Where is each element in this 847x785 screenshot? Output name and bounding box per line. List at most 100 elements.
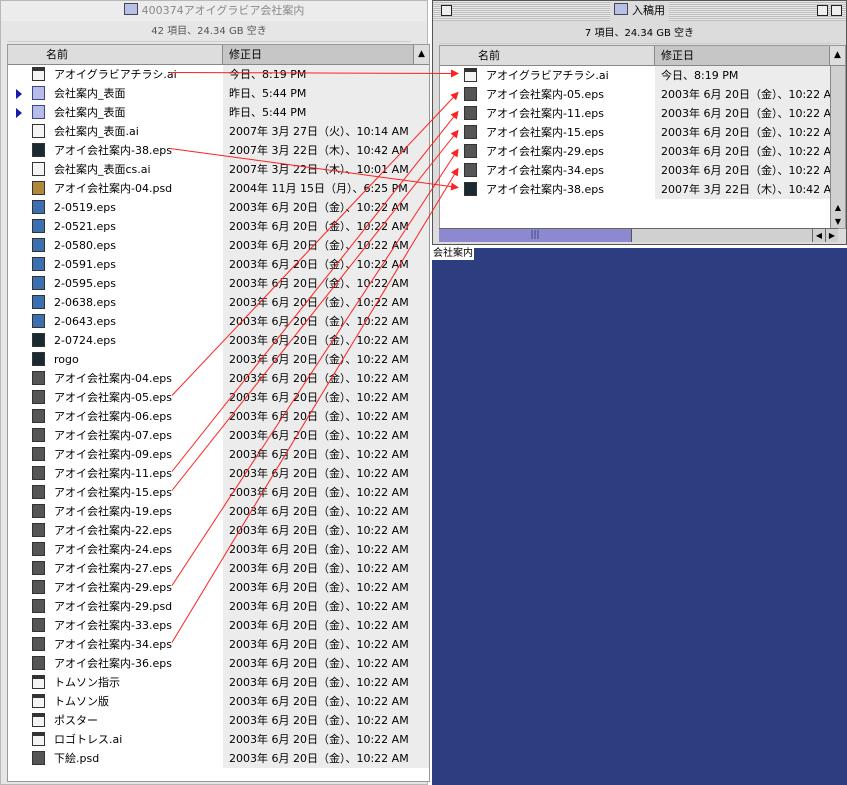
file-name[interactable]: アオイ会社案内-29.eps xyxy=(486,142,604,161)
file-row[interactable]: アオイ会社案内-34.eps 2003年 6月 20日（金）、10:22 AM xyxy=(440,161,845,180)
file-name[interactable]: アオイ会社案内-34.eps xyxy=(54,635,172,654)
file-name[interactable]: アオイ会社案内-29.psd xyxy=(54,597,172,616)
file-row[interactable]: アオイ会社案内-38.eps 2007年 3月 22日（木）、10:42 AM xyxy=(440,180,845,199)
file-icon[interactable] xyxy=(32,466,45,480)
file-icon[interactable] xyxy=(32,637,45,651)
file-row[interactable]: 会社案内_表面 昨日、5:44 PM xyxy=(8,103,429,122)
file-name[interactable]: アオイグラビアチラシ.ai xyxy=(54,65,177,84)
file-icon[interactable] xyxy=(464,163,477,177)
file-name[interactable]: アオイ会社案内-38.eps xyxy=(54,141,172,160)
file-row[interactable]: アオイ会社案内-19.eps 2003年 6月 20日（金）、10:22 AM xyxy=(8,502,429,521)
file-row[interactable]: 2-0724.eps 2003年 6月 20日（金）、10:22 AM xyxy=(8,331,429,350)
file-name[interactable]: アオイ会社案内-11.eps xyxy=(54,464,172,483)
file-icon[interactable] xyxy=(32,618,45,632)
file-name[interactable]: アオイ会社案内-15.eps xyxy=(54,483,172,502)
file-row[interactable]: ポスター 2003年 6月 20日（金）、10:22 AM xyxy=(8,711,429,730)
file-row[interactable]: 2-0638.eps 2003年 6月 20日（金）、10:22 AM xyxy=(8,293,429,312)
column-header-name[interactable]: 名前 xyxy=(8,45,223,64)
file-icon[interactable] xyxy=(32,428,45,442)
file-row[interactable]: アオイ会社案内-04.psd 2004年 11月 15日（月）、6:25 PM xyxy=(8,179,429,198)
file-name[interactable]: 会社案内_表面.ai xyxy=(54,122,139,141)
file-icon[interactable] xyxy=(32,732,45,746)
file-name[interactable]: アオイ会社案内-19.eps xyxy=(54,502,172,521)
scroll-thumb[interactable]: ||| xyxy=(439,229,632,242)
file-row[interactable]: アオイ会社案内-29.psd 2003年 6月 20日（金）、10:22 AM xyxy=(8,597,429,616)
file-name[interactable]: 2-0519.eps xyxy=(54,198,116,217)
vertical-scrollbar[interactable]: ▲ ▼ xyxy=(830,66,845,228)
file-row[interactable]: アオイ会社案内-06.eps 2003年 6月 20日（金）、10:22 AM xyxy=(8,407,429,426)
file-row[interactable]: アオイ会社案内-27.eps 2003年 6月 20日（金）、10:22 AM xyxy=(8,559,429,578)
finder-window-source[interactable]: 400374アオイグラビア会社案内 42 項目、24.34 GB 空き 名前 修… xyxy=(0,0,430,785)
file-row[interactable]: ロゴトレス.ai 2003年 6月 20日（金）、10:22 AM xyxy=(8,730,429,749)
file-name[interactable]: 会社案内_表面 xyxy=(54,84,126,103)
file-name[interactable]: アオイ会社案内-11.eps xyxy=(486,104,604,123)
file-icon[interactable] xyxy=(32,599,45,613)
file-icon[interactable] xyxy=(32,181,45,195)
horizontal-scrollbar[interactable]: ||| ◀ ▶ xyxy=(439,228,838,242)
file-name[interactable]: アオイ会社案内-24.eps xyxy=(54,540,172,559)
file-name[interactable]: アオイ会社案内-05.eps xyxy=(486,85,604,104)
file-row[interactable]: アオイ会社案内-15.eps 2003年 6月 20日（金）、10:22 AM xyxy=(8,483,429,502)
file-icon[interactable] xyxy=(32,675,45,689)
file-row[interactable]: 2-0519.eps 2003年 6月 20日（金）、10:22 AM xyxy=(8,198,429,217)
file-row[interactable]: アオイ会社案内-07.eps 2003年 6月 20日（金）、10:22 AM xyxy=(8,426,429,445)
file-name[interactable]: アオイ会社案内-36.eps xyxy=(54,654,172,673)
file-icon[interactable] xyxy=(32,143,45,157)
file-name[interactable]: アオイ会社案内-09.eps xyxy=(54,445,172,464)
file-row[interactable]: 2-0580.eps 2003年 6月 20日（金）、10:22 AM xyxy=(8,236,429,255)
sort-direction-icon[interactable]: ▲ xyxy=(413,45,429,64)
file-icon[interactable] xyxy=(32,694,45,708)
file-row[interactable]: トムソン指示 2003年 6月 20日（金）、10:22 AM xyxy=(8,673,429,692)
file-icon[interactable] xyxy=(464,87,477,101)
file-row[interactable]: アオイ会社案内-29.eps 2003年 6月 20日（金）、10:22 AM xyxy=(440,142,845,161)
file-icon[interactable] xyxy=(32,162,45,176)
file-icon[interactable] xyxy=(32,371,45,385)
file-name[interactable]: アオイ会社案内-22.eps xyxy=(54,521,172,540)
file-name[interactable]: トムソン指示 xyxy=(54,673,120,692)
file-name[interactable]: アオイ会社案内-05.eps xyxy=(54,388,172,407)
file-icon[interactable] xyxy=(32,124,45,138)
file-name[interactable]: アオイ会社案内-38.eps xyxy=(486,180,604,199)
file-name[interactable]: アオイ会社案内-34.eps xyxy=(486,161,604,180)
file-row[interactable]: アオイ会社案内-05.eps 2003年 6月 20日（金）、10:22 AM xyxy=(8,388,429,407)
file-icon[interactable] xyxy=(32,523,45,537)
sort-direction-icon[interactable]: ▲ xyxy=(829,46,845,65)
file-row[interactable]: トムソン版 2003年 6月 20日（金）、10:22 AM xyxy=(8,692,429,711)
disclosure-triangle-icon[interactable] xyxy=(16,89,22,99)
desktop-item-label[interactable]: 会社案内 xyxy=(432,248,474,260)
file-name[interactable]: 2-0724.eps xyxy=(54,331,116,350)
disclosure-triangle-icon[interactable] xyxy=(16,108,22,118)
window-titlebar[interactable]: 入稿用 xyxy=(433,1,846,21)
column-header-date[interactable]: 修正日 xyxy=(223,45,413,64)
file-name[interactable]: 2-0638.eps xyxy=(54,293,116,312)
file-icon[interactable] xyxy=(32,390,45,404)
file-icon[interactable] xyxy=(464,106,477,120)
file-row[interactable]: 2-0595.eps 2003年 6月 20日（金）、10:22 AM xyxy=(8,274,429,293)
file-name[interactable]: アオイ会社案内-04.psd xyxy=(54,179,172,198)
file-icon[interactable] xyxy=(32,409,45,423)
file-name[interactable]: アオイ会社案内-33.eps xyxy=(54,616,172,635)
scroll-up-arrow-icon[interactable]: ▲ xyxy=(831,202,845,214)
close-box-icon[interactable] xyxy=(441,5,452,16)
scroll-right-arrow-icon[interactable]: ▶ xyxy=(825,229,838,242)
folder-icon[interactable] xyxy=(32,105,45,119)
file-name[interactable]: 2-0595.eps xyxy=(54,274,116,293)
file-icon[interactable] xyxy=(32,219,45,233)
file-name[interactable]: 会社案内_表面cs.ai xyxy=(54,160,151,179)
file-name[interactable]: アオイ会社案内-07.eps xyxy=(54,426,172,445)
file-row[interactable]: アオイ会社案内-11.eps 2003年 6月 20日（金）、10:22 AM xyxy=(8,464,429,483)
file-row[interactable]: 会社案内_表面cs.ai 2007年 3月 22日（木）、10:01 AM xyxy=(8,160,429,179)
scroll-down-arrow-icon[interactable]: ▼ xyxy=(831,216,845,228)
file-icon[interactable] xyxy=(32,257,45,271)
file-icon[interactable] xyxy=(32,447,45,461)
file-row[interactable]: 2-0521.eps 2003年 6月 20日（金）、10:22 AM xyxy=(8,217,429,236)
file-name[interactable]: アオイ会社案内-04.eps xyxy=(54,369,172,388)
file-name[interactable]: アオイ会社案内-29.eps xyxy=(54,578,172,597)
file-name[interactable]: トムソン版 xyxy=(54,692,109,711)
file-name[interactable]: アオイ会社案内-06.eps xyxy=(54,407,172,426)
file-icon[interactable] xyxy=(32,200,45,214)
file-row[interactable]: rogo 2003年 6月 20日（金）、10:22 AM xyxy=(8,350,429,369)
file-name[interactable]: ロゴトレス.ai xyxy=(54,730,122,749)
file-name[interactable]: 2-0643.eps xyxy=(54,312,116,331)
file-name[interactable]: 2-0580.eps xyxy=(54,236,116,255)
